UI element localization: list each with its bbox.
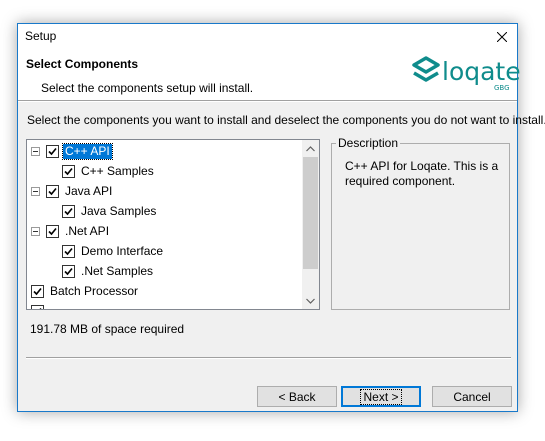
checkbox-batch-processor[interactable]	[31, 284, 44, 298]
setup-window: Setup Select Components Select the compo…	[17, 23, 545, 412]
cancel-button[interactable]: Cancel	[432, 386, 512, 407]
checkbox-java-samples[interactable]	[62, 204, 75, 218]
next-button-label: Next >	[360, 388, 402, 405]
chevron-down-icon	[306, 298, 315, 304]
tree-item-net-samples[interactable]: .Net Samples	[62, 261, 155, 281]
tree-scrollbar[interactable]	[302, 140, 319, 309]
checkbox-cpp-api[interactable]	[46, 144, 59, 158]
checkbox-cpp-samples[interactable]	[62, 164, 75, 178]
tree-item-batch-processor[interactable]: Batch Processor	[31, 281, 140, 301]
chevron-up-icon	[306, 145, 315, 151]
checkbox-java-api[interactable]	[46, 184, 59, 198]
loqate-logo: loqate GBG	[411, 53, 521, 95]
tree-item-partial[interactable]	[31, 301, 48, 309]
tree-item-label: Java API	[65, 183, 113, 198]
footer-separator	[26, 357, 511, 359]
logo-mark-icon	[412, 56, 440, 82]
check-icon	[64, 247, 73, 255]
title-bar: Setup	[18, 24, 517, 50]
description-legend: Description	[336, 136, 401, 150]
check-icon	[64, 267, 73, 275]
page-subtitle: Select the components setup will install…	[41, 81, 254, 95]
tree-item-java-samples[interactable]: Java Samples	[62, 201, 158, 221]
tree-item-cpp-api[interactable]: C++ API	[31, 141, 113, 161]
check-icon	[48, 147, 57, 155]
check-icon	[48, 187, 57, 195]
page-title: Select Components	[26, 57, 139, 71]
tree-item-label: Demo Interface	[81, 243, 164, 258]
tree-item-label: C++ Samples	[81, 163, 154, 178]
collapse-icon[interactable]	[31, 226, 40, 236]
window-title: Setup	[25, 29, 57, 43]
header-panel: Select Components Select the components …	[18, 50, 521, 100]
cancel-button-label: Cancel	[453, 389, 491, 404]
space-required-text: 191.78 MB of space required	[30, 322, 185, 336]
checkbox-partial[interactable]	[31, 304, 44, 309]
tree-item-label: Java Samples	[81, 203, 157, 218]
checkbox-net-samples[interactable]	[62, 264, 75, 278]
tree-item-java-api[interactable]: Java API	[31, 181, 114, 201]
tree-item-label: .Net Samples	[81, 263, 154, 278]
tree-item-label: .Net API	[65, 223, 110, 238]
tree-item-demo-interface[interactable]: Demo Interface	[62, 241, 165, 261]
tree-item-cpp-samples[interactable]: C++ Samples	[62, 161, 156, 181]
check-icon	[48, 227, 57, 235]
header-separator	[18, 100, 517, 102]
logo-wordmark: loqate	[442, 57, 521, 86]
checkbox-demo-interface[interactable]	[62, 244, 75, 258]
tree-item-label: C++ API	[62, 142, 113, 160]
collapse-icon[interactable]	[31, 146, 40, 156]
close-icon	[497, 32, 507, 42]
collapse-icon[interactable]	[31, 186, 40, 196]
close-button[interactable]	[487, 24, 517, 50]
check-icon	[33, 287, 42, 295]
description-text: C++ API for Loqate. This is a required c…	[345, 159, 499, 188]
checkbox-net-api[interactable]	[46, 224, 59, 238]
tree-item-net-api[interactable]: .Net API	[31, 221, 111, 241]
back-button[interactable]: < Back	[257, 386, 337, 407]
description-group: Description C++ API for Loqate. This is …	[331, 136, 510, 310]
next-button[interactable]: Next >	[341, 386, 421, 407]
scroll-up-button[interactable]	[302, 140, 319, 157]
back-button-label: < Back	[278, 389, 316, 404]
check-icon	[39, 307, 42, 309]
scroll-thumb[interactable]	[303, 157, 318, 269]
check-icon	[64, 207, 73, 215]
tree-item-label: Batch Processor	[50, 283, 139, 298]
scroll-down-button[interactable]	[302, 292, 319, 309]
instructions-text: Select the components you want to instal…	[27, 113, 545, 127]
logo-sub: GBG	[494, 84, 510, 92]
components-tree[interactable]: C++ API C++ Samples Java API Java Sample…	[26, 139, 320, 310]
check-icon	[64, 167, 73, 175]
